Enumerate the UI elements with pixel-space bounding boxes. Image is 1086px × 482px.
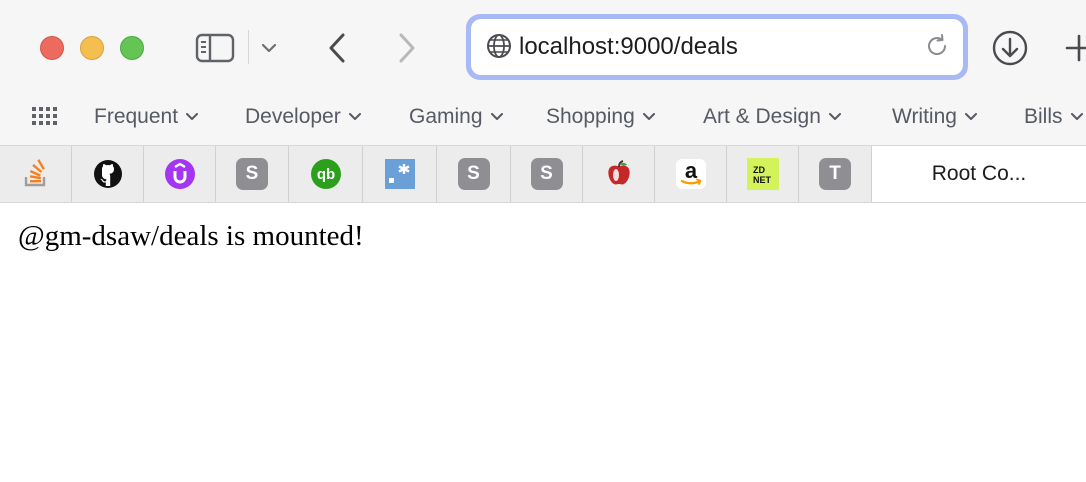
minimize-window-button[interactable]: [80, 36, 104, 60]
apple-icon: [607, 160, 630, 185]
chevron-down-icon: [261, 43, 277, 53]
pinned-tab-s[interactable]: S: [511, 146, 583, 202]
chevron-down-icon: [642, 113, 655, 120]
downloads-button[interactable]: [990, 28, 1030, 68]
chevron-down-icon: [186, 113, 199, 120]
address-bar-focus-ring: localhost:9000/deals: [466, 14, 968, 80]
favorites-folder-label: Bills: [1024, 105, 1063, 128]
close-window-button[interactable]: [40, 36, 64, 60]
favorites-folder-shopping[interactable]: Shopping: [546, 104, 655, 130]
tab-root-config[interactable]: Root Co...: [872, 146, 1086, 202]
favorites-folder-label: Developer: [245, 105, 341, 128]
plus-icon: [1065, 34, 1086, 62]
grid-icon[interactable]: [32, 107, 58, 127]
chevron-left-icon: [329, 33, 345, 63]
chevron-down-icon: [964, 113, 977, 120]
globe-icon: [487, 34, 511, 58]
favorites-folder-bills[interactable]: Bills: [1024, 104, 1083, 130]
s-icon: S: [530, 158, 563, 190]
sidebar-toggle-button[interactable]: [194, 31, 236, 65]
svg-text:qb: qb: [316, 166, 334, 183]
address-bar-url[interactable]: localhost:9000/deals: [519, 33, 738, 61]
pinned-tab-t[interactable]: T: [799, 146, 872, 202]
reload-icon[interactable]: [923, 32, 951, 60]
pinned-tab-s[interactable]: S: [216, 146, 289, 202]
stackoverflow-icon: [24, 159, 45, 187]
pinned-tab-quickbooks[interactable]: qb: [289, 146, 363, 202]
new-tab-button[interactable]: [1064, 28, 1086, 68]
favorites-folder-label: Art & Design: [703, 105, 821, 128]
pinned-tab-udemy[interactable]: [144, 146, 216, 202]
github-icon: [93, 160, 122, 188]
pinned-tab-github[interactable]: [72, 146, 144, 202]
pinned-tab-zdnet[interactable]: ZD NET: [727, 146, 799, 202]
address-bar[interactable]: localhost:9000/deals: [471, 19, 963, 75]
tab-title: Root Co...: [931, 162, 1027, 185]
s-icon: S: [236, 158, 268, 190]
pinned-tab-confluence[interactable]: [363, 146, 437, 202]
favorites-folder-gaming[interactable]: Gaming: [409, 104, 503, 130]
favorites-folder-developer[interactable]: Developer: [245, 104, 361, 130]
pinned-tab-stackoverflow[interactable]: [0, 146, 72, 202]
zdnet-icon: ZD NET: [746, 158, 779, 190]
chevron-down-icon: [1070, 113, 1083, 120]
favorites-folder-label: Gaming: [409, 105, 483, 128]
favorites-folder-frequent[interactable]: Frequent: [94, 104, 199, 130]
browser-toolbar: localhost:9000/deals: [0, 0, 1086, 95]
chevron-down-icon: [828, 113, 841, 120]
chevron-down-icon: [490, 113, 503, 120]
confluence-icon: [384, 159, 415, 189]
pinned-tab-apple[interactable]: [583, 146, 655, 202]
udemy-icon: [164, 159, 195, 189]
chevron-right-icon: [399, 33, 415, 63]
zdnet-logo-bottom: NET: [753, 175, 772, 185]
s-icon: S: [457, 158, 490, 190]
favorites-folder-writing[interactable]: Writing: [892, 104, 977, 130]
favorites-folder-label: Shopping: [546, 105, 635, 128]
download-icon: [992, 30, 1028, 66]
t-icon: T: [819, 158, 851, 190]
sidebar-icon: [195, 33, 235, 63]
quickbooks-icon: qb: [310, 159, 341, 189]
favorites-folder-label: Writing: [892, 105, 957, 128]
pinned-tab-amazon[interactable]: a: [655, 146, 727, 202]
favorites-folder-label: Frequent: [94, 105, 179, 128]
toolbar-divider: [248, 30, 249, 64]
chevron-down-icon: [348, 113, 361, 120]
zdnet-logo-top: ZD: [753, 165, 765, 175]
tab-group-menu-button[interactable]: [258, 36, 280, 60]
svg-text:a: a: [684, 158, 697, 183]
amazon-icon: a: [675, 158, 706, 189]
favorites-folder-art-design[interactable]: Art & Design: [703, 104, 841, 130]
back-button[interactable]: [322, 30, 352, 66]
maximize-window-button[interactable]: [120, 36, 144, 60]
forward-button[interactable]: [392, 30, 422, 66]
pinned-tab-s[interactable]: S: [437, 146, 511, 202]
page-message: @gm-dsaw/deals is mounted!: [18, 220, 364, 252]
